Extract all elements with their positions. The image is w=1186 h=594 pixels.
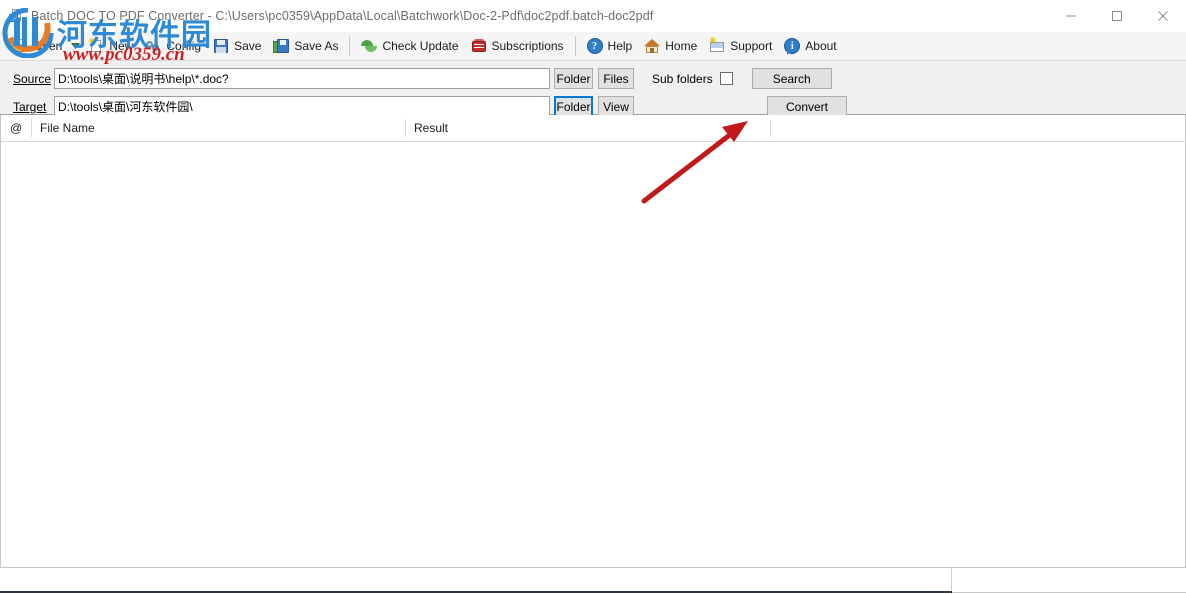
column-header-result[interactable]: Result: [406, 115, 771, 141]
source-files-button[interactable]: Files: [598, 68, 634, 89]
status-bar-left-cell: [0, 567, 952, 594]
toolbar-label-about: About: [805, 39, 837, 53]
column-header-at[interactable]: @: [1, 115, 32, 141]
open-dropdown-caret-icon[interactable]: [68, 43, 82, 49]
toolbar-label-help: Help: [607, 39, 633, 53]
main-toolbar: Open ✷ New Config Save Save As Check Upd…: [0, 32, 1186, 61]
application-window: Batch DOC TO PDF Converter - C:\Users\pc…: [0, 0, 1186, 594]
toolbar-button-home[interactable]: Home: [638, 34, 703, 58]
target-label-text: Target: [13, 99, 47, 114]
sub-folders-label: Sub folders: [652, 71, 713, 86]
maximize-icon[interactable]: [1094, 0, 1140, 31]
toolbar-button-open[interactable]: Open: [6, 34, 68, 58]
toolbar-label-support: Support: [730, 39, 773, 53]
convert-button[interactable]: Convert: [767, 96, 847, 117]
minimize-icon[interactable]: [1048, 0, 1094, 31]
target-row: Target Folder View Convert: [0, 96, 1186, 117]
toolbar-separator-2: [574, 36, 576, 56]
toolbar-button-support[interactable]: ✷ Support: [703, 34, 778, 58]
toolbar-label-save: Save: [234, 39, 262, 53]
target-label: Target: [13, 100, 54, 114]
sub-folders-group: Sub folders: [652, 72, 733, 86]
source-path-input[interactable]: [54, 68, 550, 89]
help-question-icon: ?: [586, 38, 603, 54]
home-house-icon: [644, 38, 661, 54]
window-title: Batch DOC TO PDF Converter - C:\Users\pc…: [31, 8, 654, 23]
document-app-icon: [9, 8, 25, 24]
source-label: Source: [13, 72, 54, 86]
source-row: Source Folder Files Sub folders Search: [0, 68, 1186, 89]
about-info-icon: i: [784, 38, 801, 55]
source-folder-button[interactable]: Folder: [554, 68, 593, 89]
status-bar-right-cell: [952, 568, 1186, 594]
toolbar-button-save[interactable]: Save: [207, 34, 267, 58]
file-list-body[interactable]: [1, 142, 1185, 567]
folder-open-icon: [12, 38, 28, 54]
sub-folders-checkbox[interactable]: [719, 72, 733, 85]
target-folder-button[interactable]: Folder: [554, 96, 593, 117]
toolbar-button-subscriptions[interactable]: Subscriptions: [465, 34, 570, 58]
source-label-text: Source: [13, 71, 52, 86]
subscriptions-icon: [471, 38, 487, 54]
title-bar: Batch DOC TO PDF Converter - C:\Users\pc…: [0, 0, 1186, 32]
window-controls: [1048, 0, 1186, 31]
new-document-icon: ✷: [87, 37, 104, 54]
path-configuration-panel: Source Folder Files Sub folders Search T…: [0, 61, 1186, 117]
save-disk-icon: [213, 38, 229, 54]
toolbar-label-open: Open: [33, 39, 63, 53]
toolbar-button-about[interactable]: i About: [778, 34, 842, 58]
toolbar-button-new[interactable]: ✷ New: [82, 34, 139, 58]
close-icon[interactable]: [1140, 0, 1186, 31]
toolbar-label-config: Config: [166, 39, 202, 53]
toolbar-button-help[interactable]: ? Help: [581, 34, 639, 58]
toolbar-button-save-as[interactable]: Save As: [267, 34, 344, 58]
support-envelope-icon: ✷: [708, 36, 725, 54]
file-list-view: @ File Name Result: [0, 115, 1186, 567]
refresh-update-icon: [361, 38, 378, 54]
config-gears-icon: [145, 38, 161, 54]
toolbar-separator-1: [349, 36, 351, 56]
toolbar-label-new: New: [109, 39, 134, 53]
target-path-input[interactable]: [54, 96, 550, 117]
file-list-header: @ File Name Result: [1, 115, 1185, 142]
toolbar-label-subscriptions: Subscriptions: [491, 39, 564, 53]
status-bar: [0, 567, 1186, 594]
target-view-button[interactable]: View: [598, 96, 634, 117]
search-button[interactable]: Search: [751, 68, 832, 89]
toolbar-label-check-update: Check Update: [382, 39, 459, 53]
toolbar-label-home: Home: [665, 39, 698, 53]
toolbar-button-config[interactable]: Config: [139, 34, 207, 58]
toolbar-button-check-update[interactable]: Check Update: [355, 34, 464, 58]
save-as-icon: [273, 38, 290, 54]
toolbar-label-save-as: Save As: [294, 39, 339, 53]
column-header-file-name[interactable]: File Name: [32, 115, 406, 141]
